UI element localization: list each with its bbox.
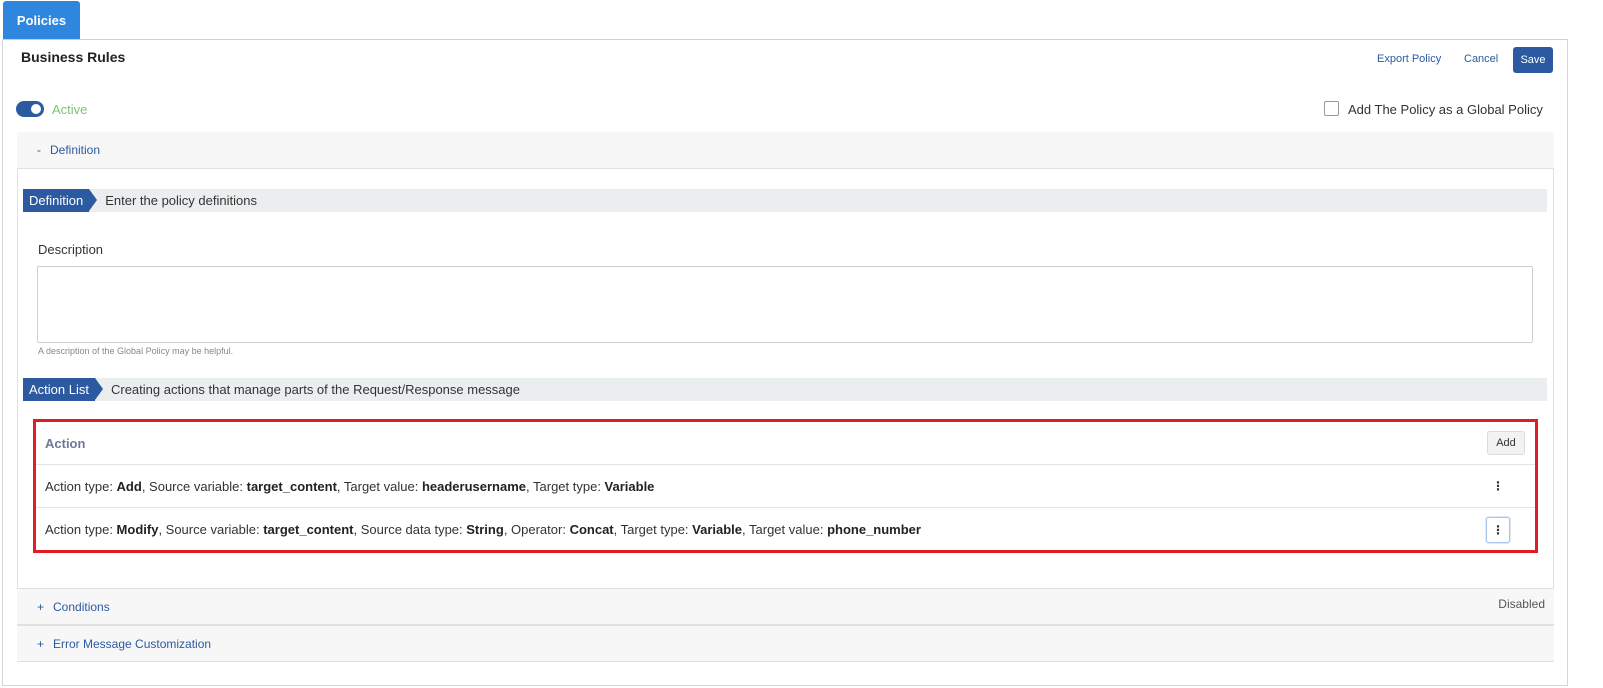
description-hint: A description of the Global Policy may b… <box>38 346 234 356</box>
cancel-link[interactable]: Cancel <box>1464 53 1498 65</box>
definition-section-bar: Definition Enter the policy definitions <box>23 189 1547 212</box>
global-policy-label[interactable]: Add The Policy as a Global Policy <box>1348 102 1543 117</box>
conditions-panel-header[interactable]: + Conditions Disabled <box>17 588 1554 625</box>
collapse-icon: - <box>37 143 41 157</box>
toggle-knob <box>31 104 41 114</box>
export-policy-link[interactable]: Export Policy <box>1377 53 1441 65</box>
save-button[interactable]: Save <box>1513 47 1553 73</box>
highlight-box <box>33 419 1538 553</box>
conditions-status: Disabled <box>1498 597 1545 611</box>
page-title: Business Rules <box>21 49 126 65</box>
description-label: Description <box>38 242 104 257</box>
error-message-panel-title: Error Message Customization <box>53 636 212 651</box>
expand-icon: + <box>37 636 45 651</box>
description-textarea[interactable] <box>37 266 1533 343</box>
action-list-section-desc: Creating actions that manage parts of th… <box>110 382 521 397</box>
active-toggle[interactable] <box>16 101 44 117</box>
definition-panel-header[interactable]: - Definition <box>17 132 1554 169</box>
definition-section-desc: Enter the policy definitions <box>105 193 257 208</box>
definition-badge: Definition <box>23 189 98 212</box>
active-label: Active <box>52 102 88 117</box>
error-message-panel-header[interactable]: + Error Message Customization <box>17 625 1554 662</box>
conditions-panel-title: Conditions <box>53 599 110 614</box>
action-list-section-bar: Action List Creating actions that manage… <box>23 378 1547 401</box>
action-list-badge: Action List <box>23 378 103 401</box>
tab-policies[interactable]: Policies <box>3 1 80 39</box>
expand-icon: + <box>37 599 45 614</box>
definition-panel-title: Definition <box>50 143 101 157</box>
global-policy-checkbox[interactable] <box>1324 101 1339 116</box>
